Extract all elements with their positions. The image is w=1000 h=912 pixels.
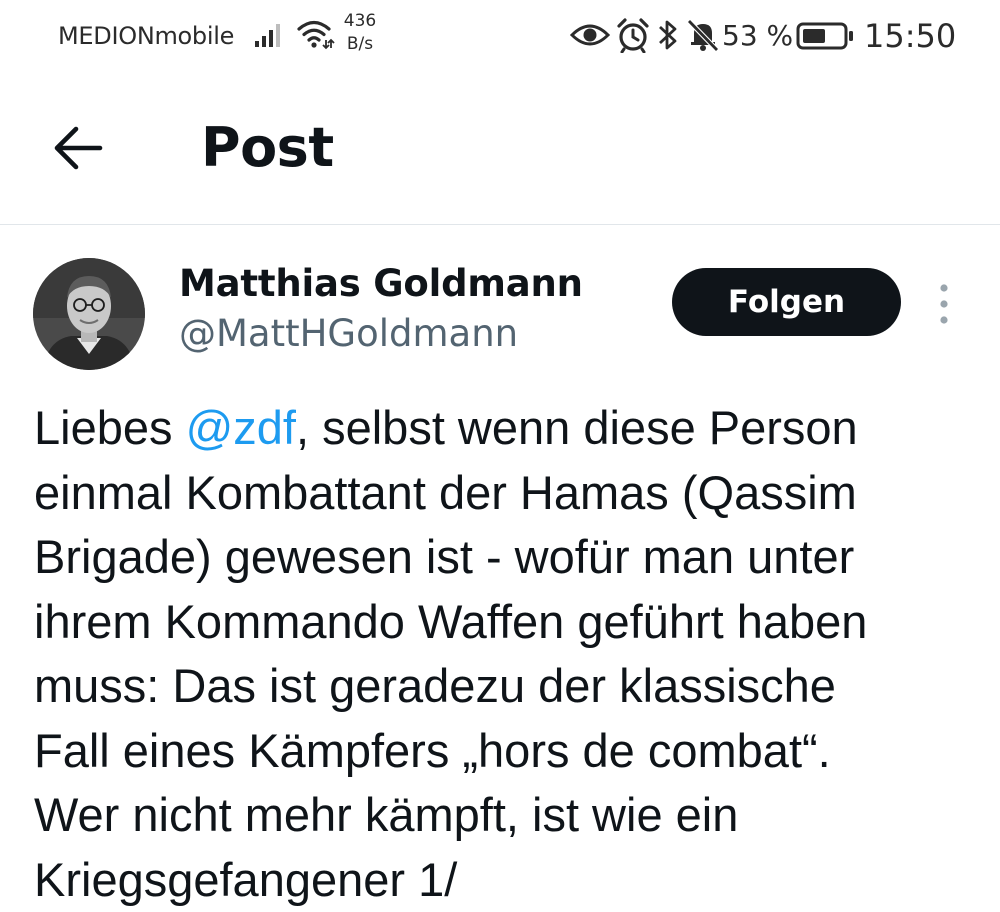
post-line: Brigade) gewesen ist - wofür man unter [34,525,974,590]
post-line: Wer nicht mehr kämpft, ist wie ein [34,783,974,848]
avatar-photo [33,258,145,370]
post-line: Kriegsgefangener 1/ [34,848,974,912]
post-line: Fall eines Kämpfers „hors de combat“. [34,719,974,784]
carrier-name: MEDIONmobile [58,22,234,50]
back-arrow-icon[interactable] [52,124,104,172]
follow-button[interactable]: Folgen [672,268,901,336]
author-handle[interactable]: @MattHGoldmann [179,312,518,355]
post-line: muss: Das ist geradezu der klassische [34,654,974,719]
wifi-icon [296,18,336,50]
author-avatar[interactable] [33,258,145,370]
network-speed: 436 B/s [340,10,380,56]
status-time: 15:50 [864,17,956,55]
signal-icon [254,20,286,48]
more-options-icon[interactable] [930,282,958,326]
post-line: ihrem Kommando Waffen geführt haben [34,590,974,655]
bell-muted-icon [686,17,720,53]
post-text: Liebes @zdf, selbst wenn diese Person ei… [34,396,974,912]
network-speed-value: 436 [340,10,380,33]
network-speed-unit: B/s [340,33,380,56]
top-app-bar: Post [0,76,1000,224]
post-line: einmal Kombattant der Hamas (Qassim [34,461,974,526]
alarm-icon [615,17,651,53]
battery-percentage: 53 % [722,19,793,52]
post-line: Liebes @zdf, selbst wenn diese Person [34,396,974,461]
page-title: Post [201,116,334,179]
eye-icon [570,20,610,50]
header-divider [0,224,1000,225]
bluetooth-icon [656,17,680,53]
post-text-segment: Liebes [34,401,186,454]
post-text-segment: , selbst wenn diese Person [296,401,858,454]
status-bar: MEDIONmobile 436 B/s 53 % [0,0,1000,76]
mention-link[interactable]: @zdf [186,401,296,454]
battery-icon [796,22,856,50]
author-name[interactable]: Matthias Goldmann [179,262,583,305]
